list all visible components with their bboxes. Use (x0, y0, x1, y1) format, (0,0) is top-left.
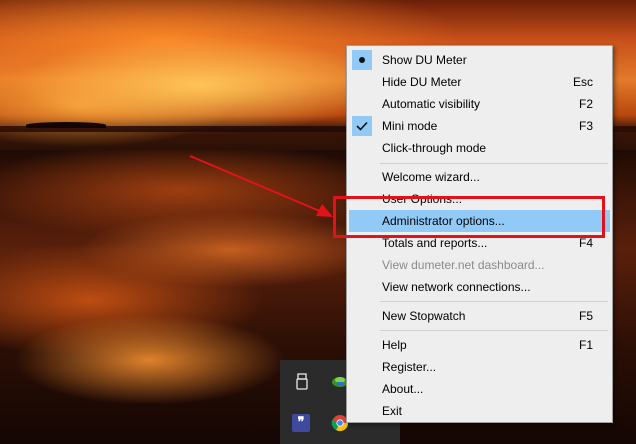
menu-item-view-dashboard: View dumeter.net dashboard... (382, 258, 545, 272)
menu-item-new-stopwatch[interactable]: New Stopwatch F5 (349, 305, 610, 327)
annotation-highlight-box (333, 196, 605, 238)
check-mark (352, 116, 372, 136)
menu-item-register[interactable]: Register... (349, 356, 610, 378)
quote-app-icon[interactable]: ❞ (292, 414, 310, 432)
wallpaper-island (26, 122, 106, 128)
menu-item-exit[interactable]: Exit (349, 400, 610, 422)
checkmark-icon (356, 121, 368, 131)
menu-item-automatic-visibility[interactable]: Automatic visibility F2 (349, 93, 610, 115)
menu-item-about[interactable]: About... (349, 378, 610, 400)
usb-drive-icon[interactable] (293, 373, 311, 391)
menu-separator (380, 301, 608, 302)
menu-item-show-du-meter[interactable]: Show DU Meter (349, 49, 610, 71)
menu-item-hide-du-meter[interactable]: Hide DU Meter Esc (349, 71, 610, 93)
menu-separator (380, 330, 608, 331)
menu-item-help[interactable]: Help F1 (349, 334, 610, 356)
menu-item-mini-mode[interactable]: Mini mode F3 (349, 115, 610, 137)
menu-separator (380, 163, 608, 164)
menu-item-welcome-wizard[interactable]: Welcome wizard... (349, 166, 610, 188)
bullet-mark (352, 50, 372, 70)
menu-item-click-through-mode[interactable]: Click-through mode (349, 137, 610, 159)
menu-item-view-network-connections[interactable]: View network connections... (349, 276, 610, 298)
bullet-icon (359, 57, 365, 63)
